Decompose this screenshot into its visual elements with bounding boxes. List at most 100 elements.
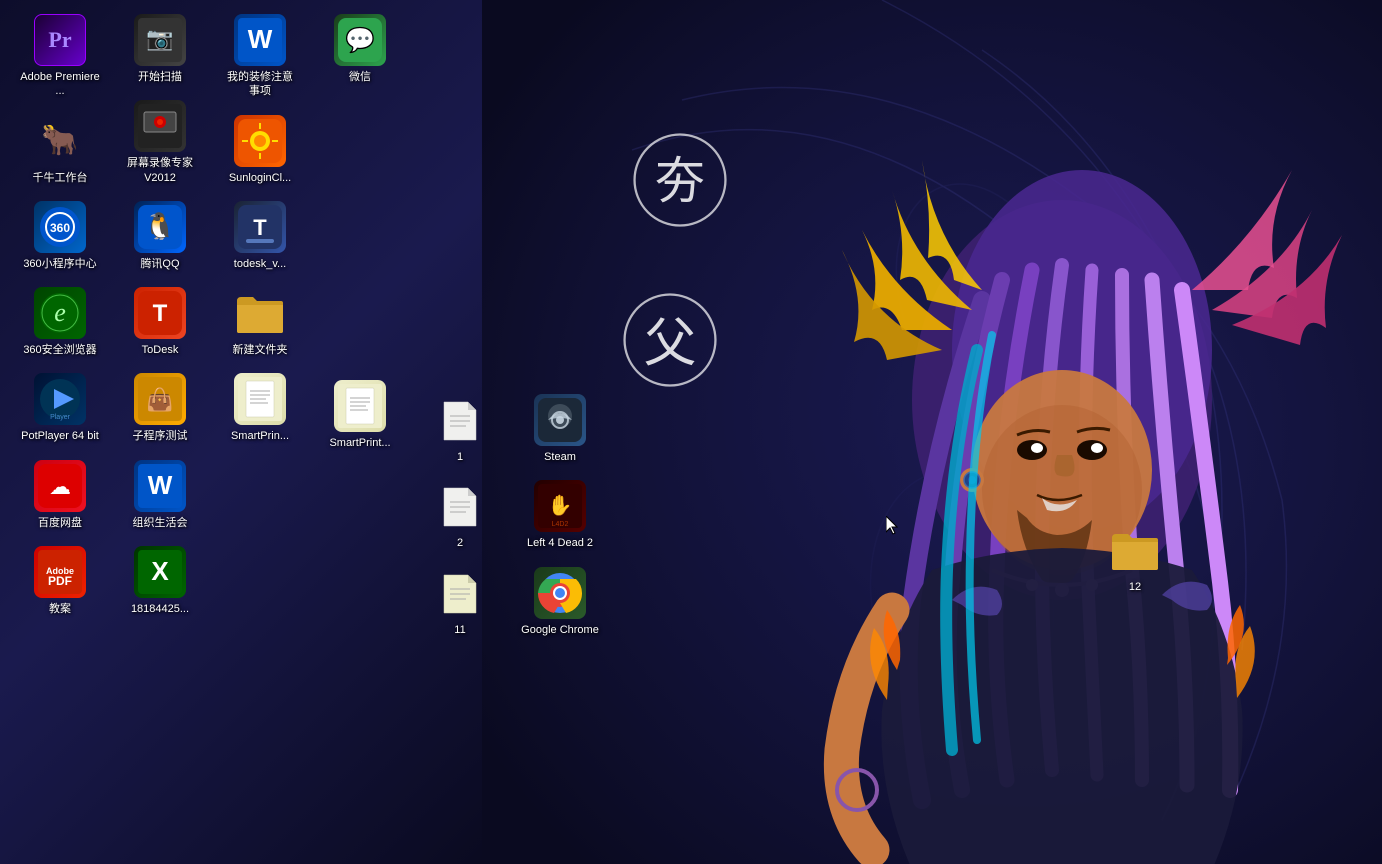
icon-scan[interactable]: 📷 开始扫描 [115, 10, 205, 88]
360browser-icon: e [34, 287, 86, 339]
doc2-icon [434, 480, 486, 532]
icon-screen-recorder[interactable]: 屏幕录像专家V2012 [115, 96, 205, 189]
icon-column-3: W 我的装修注意事项 SunloginCl... [215, 10, 305, 448]
qiniu-icon: 🐂 [34, 115, 86, 167]
svg-text:💬: 💬 [345, 26, 375, 54]
doc11-icon [434, 567, 486, 619]
word-org-icon: W [134, 460, 186, 512]
icon-doc11[interactable]: 11 [415, 563, 505, 641]
svg-text:✋: ✋ [548, 493, 573, 517]
icon-column-4: 💬 微信 SmartPrint... [315, 10, 405, 455]
icon-smartprint-col4[interactable]: SmartPrint... [315, 376, 405, 454]
baidu-icon: ☁ [34, 460, 86, 512]
sunlogin-label: SunloginCl... [229, 171, 291, 185]
desktop: Pr Adobe Premiere ... 🐂 千牛工作台 360 360小程序… [0, 0, 1382, 864]
svg-text:e: e [54, 298, 66, 327]
smartprint-col4-label: SmartPrint... [329, 436, 390, 450]
qiniu-label: 千牛工作台 [33, 171, 88, 185]
pdf-icon: Adobe PDF [34, 546, 86, 598]
icon-doc1[interactable]: 1 [415, 390, 505, 468]
icon-todesk-v[interactable]: T todesk_v... [215, 197, 305, 275]
chrome-label: Google Chrome [521, 623, 599, 637]
icon-baidu-netdisk[interactable]: ☁ 百度网盘 [15, 456, 105, 534]
icon-360browser[interactable]: e 360安全浏览器 [15, 283, 105, 361]
icon-column-1: Pr Adobe Premiere ... 🐂 千牛工作台 360 360小程序… [15, 10, 105, 620]
svg-text:W: W [148, 470, 173, 500]
doc2-label: 2 [457, 536, 463, 550]
smartprint-col3-icon [234, 373, 286, 425]
excel-label: 18184425... [131, 602, 189, 616]
icon-pdf-lesson[interactable]: Adobe PDF 教案 [15, 542, 105, 620]
icon-sunlogin[interactable]: SunloginCl... [215, 111, 305, 189]
chrome-icon [534, 567, 586, 619]
svg-text:PDF: PDF [48, 574, 72, 588]
svg-text:T: T [253, 215, 267, 240]
ziprogram-icon: 👜 [134, 373, 186, 425]
doc11-label: 11 [454, 623, 465, 637]
pdf-lesson-label: 教案 [49, 602, 71, 616]
svg-text:T: T [153, 300, 168, 327]
qq-icon: 🐧 [134, 201, 186, 253]
folder12-icon [1109, 524, 1161, 576]
icon-l4d2[interactable]: ✋ L4D2 Left 4 Dead 2 [515, 476, 605, 554]
baidu-label: 百度网盘 [38, 516, 82, 530]
screen-recorder-icon [134, 100, 186, 152]
icon-smartprint-col3[interactable]: SmartPrin... [215, 369, 305, 447]
l4d2-icon: ✋ L4D2 [534, 480, 586, 532]
folder12-label: 12 [1129, 580, 1141, 594]
icon-todesk[interactable]: T ToDesk [115, 283, 205, 361]
icon-column-6: Steam ✋ L4D2 Left 4 Dead 2 [515, 390, 605, 641]
svg-text:L4D2: L4D2 [552, 521, 569, 528]
new-folder-label: 新建文件夹 [233, 343, 288, 357]
svg-text:360: 360 [50, 221, 70, 235]
steam-icon [534, 394, 586, 446]
new-folder-icon [234, 287, 286, 339]
svg-text:Player: Player [50, 414, 71, 421]
360browser-label: 360安全浏览器 [23, 343, 96, 357]
scan-icon: 📷 [134, 14, 186, 66]
svg-text:👜: 👜 [146, 387, 173, 412]
sunlogin-icon [234, 115, 286, 167]
icon-chrome[interactable]: Google Chrome [515, 563, 605, 641]
svg-text:W: W [248, 24, 273, 54]
360mini-label: 360小程序中心 [23, 257, 96, 271]
icon-qiniu[interactable]: 🐂 千牛工作台 [15, 111, 105, 189]
doc1-label: 1 [457, 450, 463, 464]
svg-text:📷: 📷 [146, 26, 173, 51]
wechat-icon: 💬 [334, 14, 386, 66]
my-decoration-label: 我的装修注意事项 [227, 70, 293, 99]
ziprogram-label: 子程序测试 [133, 429, 188, 443]
icon-adobe-premiere[interactable]: Pr Adobe Premiere ... [15, 10, 105, 103]
wechat-label: 微信 [349, 70, 371, 84]
icon-360mini[interactable]: 360 360小程序中心 [15, 197, 105, 275]
word-org-label: 组织生活会 [133, 516, 188, 530]
icon-ziprogram[interactable]: 👜 子程序测试 [115, 369, 205, 447]
todesk-icon: T [134, 287, 186, 339]
icon-word-org[interactable]: W 组织生活会 [115, 456, 205, 534]
icon-excel[interactable]: X 18184425... [115, 542, 205, 620]
potplayer-icon: Player [34, 373, 86, 425]
l4d2-label: Left 4 Dead 2 [527, 536, 593, 550]
adobe-premiere-label: Adobe Premiere ... [19, 70, 101, 99]
360mini-icon: 360 [34, 201, 86, 253]
icon-doc2[interactable]: 2 [415, 476, 505, 554]
icon-folder12[interactable]: 12 [1090, 520, 1180, 598]
excel-icon: X [134, 546, 186, 598]
icon-wechat[interactable]: 💬 微信 [315, 10, 405, 88]
todesk-v-icon: T [234, 201, 286, 253]
icon-new-folder[interactable]: 新建文件夹 [215, 283, 305, 361]
todesk-label: ToDesk [142, 343, 179, 357]
icon-qq[interactable]: 🐧 腾讯QQ [115, 197, 205, 275]
icon-potplayer[interactable]: Player PotPlayer 64 bit [15, 369, 105, 447]
screen-recorder-label: 屏幕录像专家V2012 [127, 156, 193, 185]
icon-steam[interactable]: Steam [515, 390, 605, 468]
icon-my-decoration[interactable]: W 我的装修注意事项 [215, 10, 305, 103]
icon-column-5: 1 2 [415, 390, 505, 641]
adobe-premiere-icon: Pr [34, 14, 86, 66]
icon-column-7: 12 [1090, 520, 1180, 598]
smartprint-col3-label: SmartPrin... [231, 429, 289, 443]
doc1-icon [434, 394, 486, 446]
steam-label: Steam [544, 450, 576, 464]
qq-label: 腾讯QQ [140, 257, 179, 271]
todesk-v-label: todesk_v... [234, 257, 286, 271]
